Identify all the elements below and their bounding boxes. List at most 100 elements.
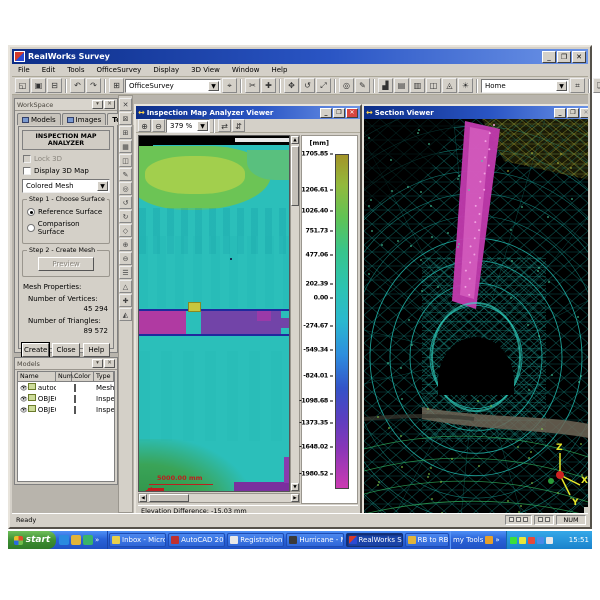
segment-icon[interactable]: ✚ [261,78,276,93]
add-icon[interactable]: ✚ [119,294,132,307]
layers-icon[interactable]: ◫ [119,154,132,167]
table-row[interactable]: 👁 OBJECT... Inspectio... [18,393,114,404]
orbit-icon[interactable]: ◎ [339,78,354,93]
display3dmap-checkbox[interactable] [23,167,31,175]
tab-images[interactable]: Images [62,113,107,125]
my-tools-toolbar[interactable]: my Tools » [450,531,506,549]
close-button[interactable]: Close [52,343,79,357]
rotate-left-icon[interactable]: ↺ [119,196,132,209]
task-rbtorb[interactable]: RB to RB [405,533,449,547]
target-icon[interactable]: ⌖ [222,78,237,93]
chevron-down-icon[interactable]: ▼ [97,181,108,191]
eye-icon[interactable]: 👁 [20,396,28,403]
mesh-type-combobox[interactable]: Colored Mesh ▼ [22,179,110,193]
zoom-in-icon[interactable]: ⊕ [138,119,151,132]
menu-edit[interactable]: Edit [36,65,62,75]
pin-icon[interactable]: ▾ [92,100,103,109]
inspection-map-canvas[interactable]: 5000.00 mm [138,135,290,492]
rotate-right-icon[interactable]: ↻ [119,210,132,223]
workspace-panel-titlebar[interactable]: WorkSpace ▾ ✕ [15,99,117,111]
view-combobox[interactable]: Home ▼ [481,79,569,93]
map-horizontal-scrollbar[interactable]: ◀ ▶ [138,493,300,503]
tray-icon[interactable] [537,537,544,544]
zoom-out-icon[interactable]: ⊖ [152,119,165,132]
open-icon[interactable]: ◱ [15,78,30,93]
eye-icon[interactable]: 👁 [20,407,28,414]
workspace-icon[interactable]: ⊞ [109,78,124,93]
diamond-icon[interactable]: ◇ [119,224,132,237]
chevron-more-icon[interactable]: » [95,536,99,544]
scroll-left-icon[interactable]: ◀ [139,494,147,502]
zoom-in-icon[interactable]: ⊕ [119,238,132,251]
menu-file[interactable]: File [12,65,36,75]
chart-icon[interactable]: ▟ [378,78,393,93]
view2-icon[interactable]: ▥ [410,78,425,93]
display-settings-icon[interactable]: ⇄ [218,119,231,132]
close-icon[interactable]: ✕ [104,100,115,109]
undo-icon[interactable]: ↶ [70,78,85,93]
close-icon[interactable]: ✕ [104,359,115,368]
edit-icon[interactable]: ✎ [355,78,370,93]
section-viewer-titlebar[interactable]: ↔ Section Viewer _ ❐ ✕ [364,106,588,119]
restore-button[interactable]: ❐ [557,51,571,63]
rotate-icon[interactable]: ↺ [300,78,315,93]
task-inbox[interactable]: Inbox - Microsof... [109,533,166,547]
triangle-icon[interactable]: △ [119,280,132,293]
scroll-right-icon[interactable]: ▶ [291,494,299,502]
table-row[interactable]: 👁 OBJECT... Inspectio... [18,404,114,415]
reference-surface-radio[interactable] [27,208,35,216]
section-3d-canvas[interactable]: Z X Y [364,119,588,513]
select-icon[interactable]: ✕ [119,98,132,111]
table-row[interactable]: 👁 autocad... Mesh [18,382,114,393]
lock-icon[interactable]: ◬ [442,78,457,93]
print-icon[interactable]: ⊟ [47,78,62,93]
task-autocad[interactable]: AutoCAD 2002 [168,533,225,547]
menu-tools[interactable]: Tools [61,65,90,75]
close-button[interactable]: ✕ [572,51,586,63]
tray-icon[interactable] [546,537,553,544]
create-button[interactable]: Create [22,343,49,357]
maximize-button[interactable]: ❐ [567,108,579,118]
task-hurricane[interactable]: Hurricane - Micro... [286,533,343,547]
label-settings-icon[interactable]: ⇵ [232,119,245,132]
tray-icon[interactable] [519,537,526,544]
list-icon[interactable]: ☰ [119,266,132,279]
tray-icon[interactable] [510,537,517,544]
desktop-icon[interactable] [83,535,93,545]
pan-icon[interactable]: ✥ [284,78,299,93]
view1-icon[interactable]: ▤ [394,78,409,93]
tile-icon[interactable]: ❏ [593,78,600,93]
models-panel-titlebar[interactable]: Models ▾ ✕ [15,358,117,370]
scroll-up-icon[interactable]: ▲ [291,136,299,144]
save-icon[interactable]: ▣ [31,78,46,93]
chevron-down-icon[interactable]: ▼ [208,81,219,91]
menu-officesurvey[interactable]: OfficeSurvey [91,65,148,75]
maximize-button[interactable]: ❐ [333,108,345,118]
menu-display[interactable]: Display [147,65,185,75]
mesh-icon[interactable]: ▦ [119,140,132,153]
light-icon[interactable]: ☀ [458,78,473,93]
zoom-extents-icon[interactable]: ⤢ [316,78,331,93]
mode-combobox[interactable]: OfficeSurvey ▼ [125,79,221,93]
draw-icon[interactable]: ✎ [119,168,132,181]
map-analyzer-titlebar[interactable]: ↔ Inspection Map Analyzer Viewer _ ❐ ✕ [136,106,360,119]
models-table-header[interactable]: Name Num... Color Type [18,372,114,382]
eye-icon[interactable]: 👁 [20,385,28,392]
title-bar[interactable]: RealWorks Survey _ ❐ ✕ [12,49,588,64]
grid-icon[interactable]: ⊞ [119,126,132,139]
circle-icon[interactable]: ◎ [119,182,132,195]
minimize-button[interactable]: _ [320,108,332,118]
ie-icon[interactable] [59,535,69,545]
chevron-down-icon[interactable]: ▼ [556,81,567,91]
tray-icon[interactable] [528,537,535,544]
minimize-button[interactable]: _ [554,108,566,118]
minimize-button[interactable]: _ [542,51,556,63]
chevron-down-icon[interactable]: ▼ [197,121,208,131]
prism-icon[interactable]: ◭ [119,308,132,321]
tab-models[interactable]: Models [17,113,61,125]
comparison-surface-radio[interactable] [27,224,35,232]
measure-icon[interactable]: ✂ [245,78,260,93]
menu-window[interactable]: Window [226,65,266,75]
close-button[interactable]: ✕ [346,108,358,118]
chevron-more-icon[interactable]: » [495,536,499,544]
